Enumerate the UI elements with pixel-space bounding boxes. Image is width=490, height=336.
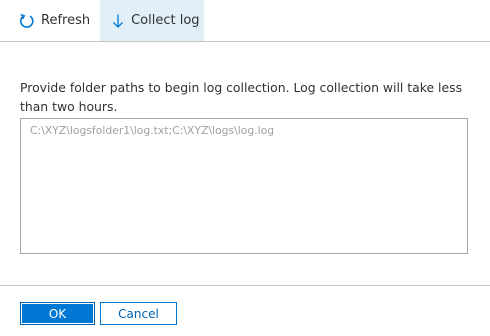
download-arrow-icon: [110, 12, 126, 30]
collect-log-button[interactable]: Collect log: [100, 0, 205, 41]
folder-paths-input[interactable]: [20, 118, 468, 254]
cancel-button[interactable]: Cancel: [100, 302, 177, 325]
refresh-icon: [18, 12, 36, 30]
refresh-button[interactable]: Refresh: [0, 0, 100, 41]
footer-divider: [0, 285, 490, 286]
refresh-label: Refresh: [41, 13, 91, 28]
collect-log-label: Collect log: [131, 13, 200, 28]
command-bar: Refresh Collect log: [0, 0, 490, 42]
instructions-text: Provide folder paths to begin log collec…: [20, 80, 463, 114]
ok-button[interactable]: OK: [20, 302, 95, 325]
